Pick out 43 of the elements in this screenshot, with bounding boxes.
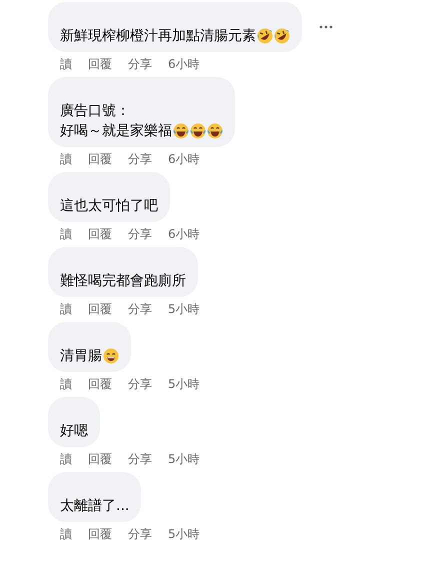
comment-action-link[interactable]: 讀 bbox=[60, 450, 72, 468]
comment-text: 廣告口號： bbox=[60, 102, 130, 121]
comment-text: 好喝～就是家樂福 bbox=[60, 122, 172, 141]
comment-text: 清胃腸 bbox=[60, 347, 102, 366]
rolling-laughing-face-icon bbox=[257, 28, 273, 44]
comment-action-link[interactable]: 分享 bbox=[128, 450, 152, 468]
comment-action-link[interactable]: 分享 bbox=[128, 226, 152, 242]
comment-text: 這也太可怕了吧 bbox=[60, 197, 158, 216]
comment-time: 6小時 bbox=[168, 150, 200, 168]
comment-time: 6小時 bbox=[168, 56, 200, 72]
laughing-tears-face-icon bbox=[207, 123, 223, 139]
comment-action-link[interactable]: 讀 bbox=[60, 300, 72, 318]
comment-action-link[interactable]: 分享 bbox=[128, 150, 152, 168]
comment-action-link[interactable]: 讀 bbox=[60, 226, 72, 242]
comment-action-link[interactable]: 回覆 bbox=[88, 376, 112, 392]
comment-time: 5小時 bbox=[168, 526, 200, 542]
laughing-tears-face-icon bbox=[190, 123, 206, 139]
comment-action-link[interactable]: 讀 bbox=[60, 526, 72, 542]
comment-action-link[interactable]: 分享 bbox=[128, 526, 152, 542]
comment-text: 新鮮現榨柳橙汁再加點清腸元素 bbox=[60, 27, 256, 46]
comment-action-link[interactable]: 回覆 bbox=[88, 300, 112, 318]
comment-time: 5小時 bbox=[168, 376, 200, 392]
comment-time: 5小時 bbox=[168, 450, 200, 468]
comment-text: 好嗯 bbox=[60, 422, 88, 441]
comment-action-link[interactable]: 分享 bbox=[128, 300, 152, 318]
comment-action-link[interactable]: 讀 bbox=[60, 56, 72, 72]
more-options-icon[interactable] bbox=[318, 24, 334, 30]
comment-action-link[interactable]: 回覆 bbox=[88, 450, 112, 468]
comment-text: 太離譜了... bbox=[60, 497, 130, 516]
comment-time: 6小時 bbox=[168, 226, 200, 242]
comment-action-link[interactable]: 回覆 bbox=[88, 56, 112, 72]
comment-action-link[interactable]: 分享 bbox=[128, 56, 152, 72]
comment-action-link[interactable]: 分享 bbox=[128, 376, 152, 392]
comment-action-link[interactable]: 回覆 bbox=[88, 226, 112, 242]
comment-action-link[interactable]: 讀 bbox=[60, 150, 72, 168]
grinning-face-icon bbox=[103, 348, 119, 364]
rolling-laughing-face-icon bbox=[274, 28, 290, 44]
laughing-tears-face-icon bbox=[173, 123, 189, 139]
comment-time: 5小時 bbox=[168, 300, 200, 318]
comment-action-link[interactable]: 回覆 bbox=[88, 150, 112, 168]
comment-text: 難怪喝完都會跑廁所 bbox=[60, 272, 186, 291]
comment-action-link[interactable]: 讀 bbox=[60, 376, 72, 392]
comment-action-link[interactable]: 回覆 bbox=[88, 526, 112, 542]
